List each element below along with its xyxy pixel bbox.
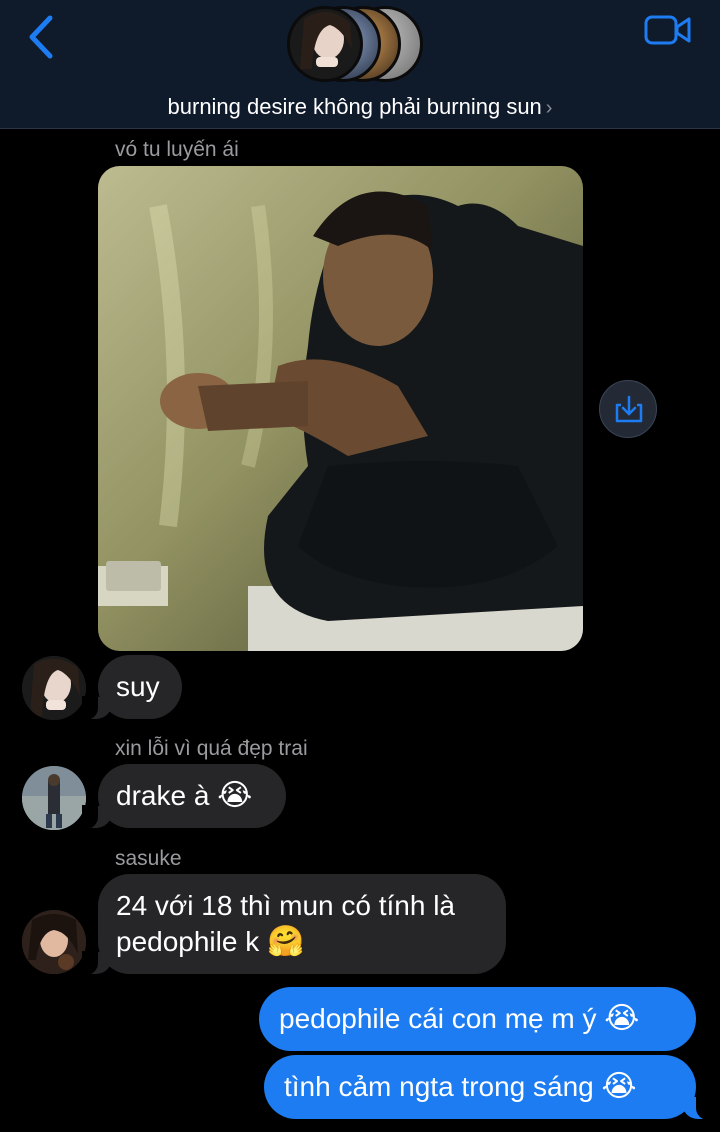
message-text: suy bbox=[116, 671, 160, 702]
back-chevron-icon[interactable] bbox=[22, 12, 62, 62]
shared-photo[interactable] bbox=[98, 166, 583, 651]
sender-name: vó tu luyến ái bbox=[115, 138, 239, 161]
video-call-icon[interactable] bbox=[644, 12, 692, 48]
chat-header: burning desire không phải burning sun › bbox=[0, 0, 720, 129]
loudly-crying-emoji-icon: 😭 bbox=[601, 1069, 637, 1104]
loudly-crying-emoji-icon: 😭 bbox=[217, 778, 253, 813]
download-button[interactable] bbox=[599, 380, 657, 438]
message-bubble: drake à 😭 bbox=[82, 764, 286, 829]
avatar[interactable] bbox=[22, 766, 86, 830]
message-bubble: suy bbox=[82, 655, 182, 720]
loudly-crying-emoji-icon: 😭 bbox=[604, 1001, 640, 1036]
group-title[interactable]: burning desire không phải burning sun › bbox=[0, 94, 720, 120]
sender-name: xin lỗi vì quá đẹp trai bbox=[115, 737, 308, 760]
message-text: pedophile cái con mẹ m ý bbox=[279, 1003, 597, 1034]
message-text-line2: pedophile k bbox=[116, 926, 260, 957]
sender-name: sasuke bbox=[115, 847, 182, 870]
group-name-text: burning desire không phải burning sun bbox=[167, 94, 542, 119]
hugging-face-emoji-icon: 🤗 bbox=[267, 924, 305, 959]
chevron-right-icon: › bbox=[545, 97, 553, 119]
message-bubble: 24 với 18 thì mun có tính là pedophile k… bbox=[82, 874, 506, 975]
photo-image bbox=[98, 166, 583, 651]
message-bubble-outgoing: pedophile cái con mẹ m ý 😭 bbox=[259, 987, 696, 1051]
message-text: drake à bbox=[116, 780, 210, 811]
message-text-line1: 24 với 18 thì mun có tính là bbox=[116, 890, 455, 921]
download-icon bbox=[615, 395, 643, 423]
avatar[interactable] bbox=[22, 656, 86, 720]
message-text: tình cảm ngta trong sáng bbox=[284, 1071, 594, 1102]
message-bubble-outgoing: tình cảm ngta trong sáng 😭 bbox=[264, 1055, 712, 1120]
group-avatars[interactable] bbox=[287, 6, 437, 90]
avatar[interactable] bbox=[22, 910, 86, 974]
group-avatar-main bbox=[287, 6, 363, 82]
